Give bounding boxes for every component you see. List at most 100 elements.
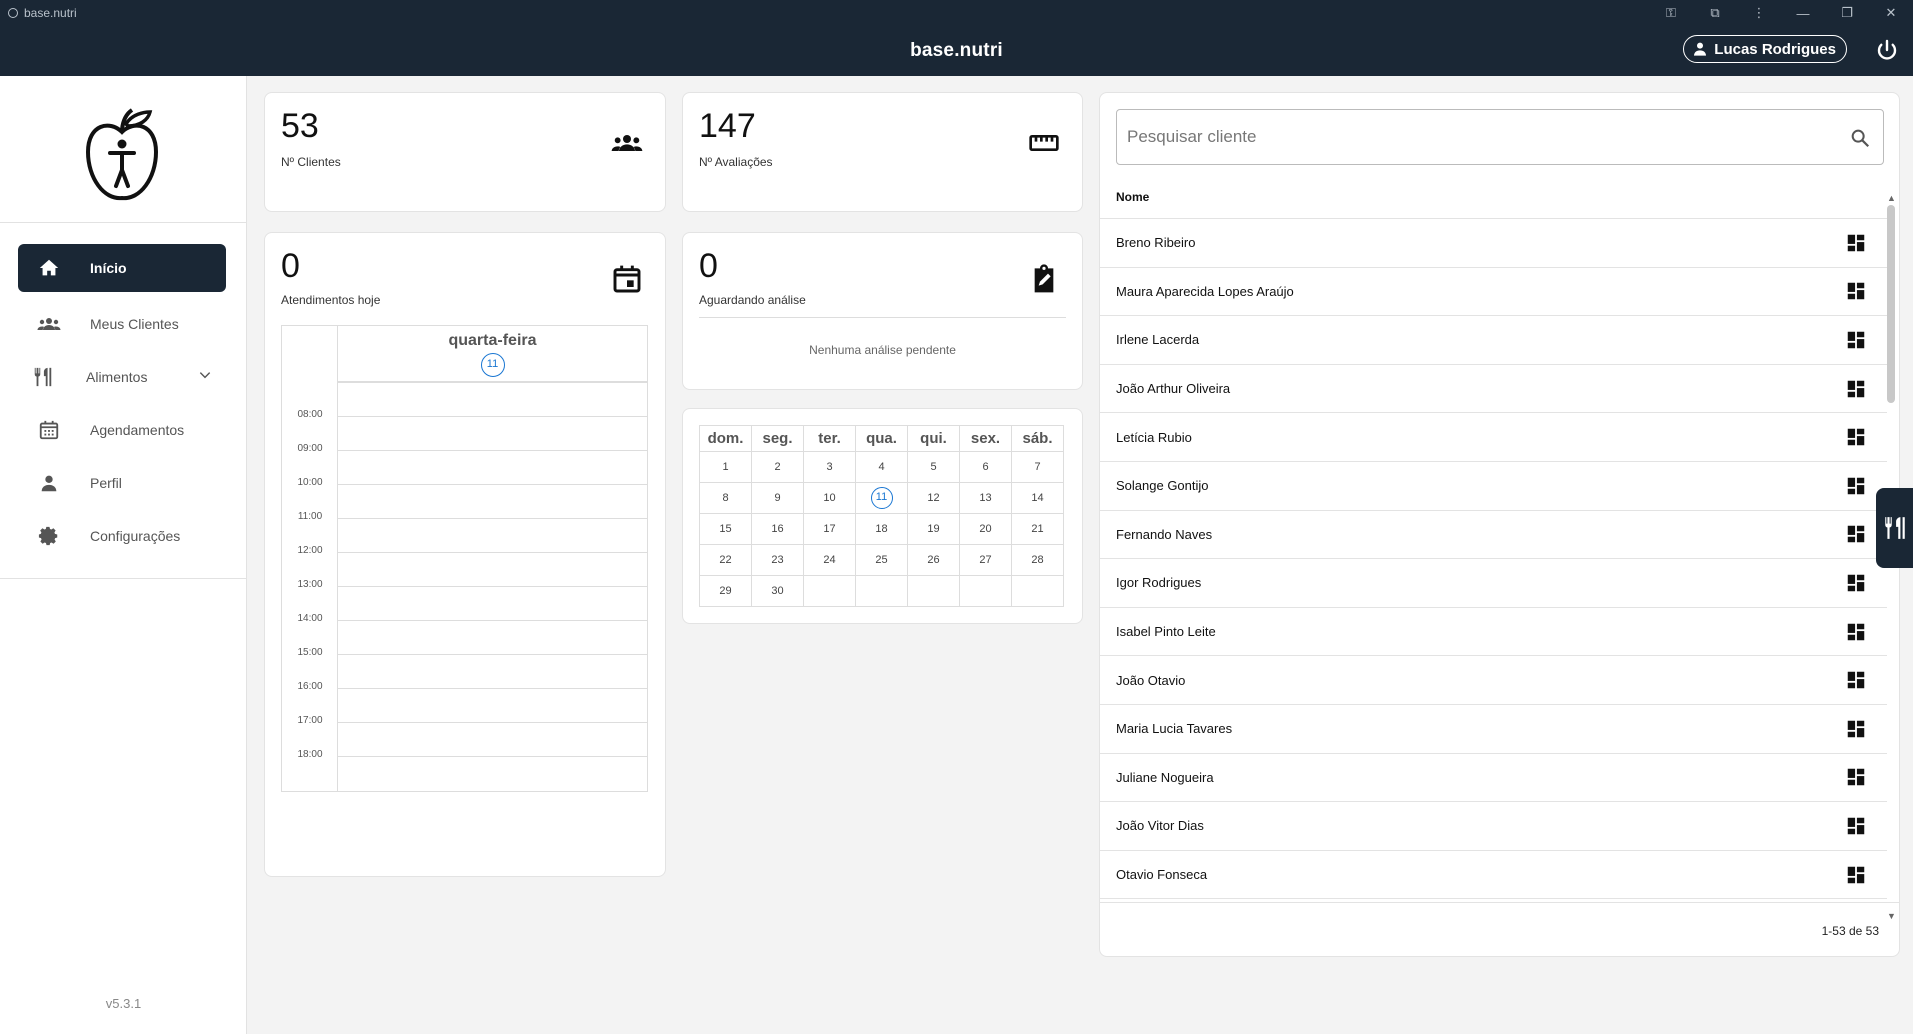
dashboard-icon[interactable] <box>1845 426 1867 448</box>
sidebar-item-agendamentos[interactable]: Agendamentos <box>18 403 226 456</box>
calendar-day[interactable]: 19 <box>907 513 960 545</box>
table-row[interactable]: Otavio Fonseca <box>1100 851 1887 900</box>
evaluations-count-label: Nº Avaliações <box>699 155 773 169</box>
calendar-day[interactable]: 15 <box>699 513 752 545</box>
dashboard-icon[interactable] <box>1845 864 1867 886</box>
table-row[interactable]: Juliane Nogueira <box>1100 754 1887 803</box>
dashboard-icon[interactable] <box>1845 378 1867 400</box>
calendar-day[interactable]: 10 <box>803 482 856 514</box>
dashboard-icon[interactable] <box>1845 669 1867 691</box>
dashboard-icon[interactable] <box>1845 621 1867 643</box>
calendar-day[interactable]: 11 <box>855 482 908 514</box>
calendar-day[interactable]: 7 <box>1011 451 1064 483</box>
calendar-day <box>959 575 1012 607</box>
dashboard-icon[interactable] <box>1845 280 1867 302</box>
calendar-day[interactable]: 9 <box>751 482 804 514</box>
dashboard-icon[interactable] <box>1845 766 1867 788</box>
calendar-day[interactable]: 13 <box>959 482 1012 514</box>
client-search-input[interactable] <box>1127 110 1827 164</box>
table-row[interactable]: João Vitor Dias <box>1100 802 1887 851</box>
pagination-info: 1-53 de 53 <box>1821 924 1879 938</box>
app-title: base.nutri <box>910 40 1003 61</box>
table-row[interactable]: Igor Rodrigues <box>1100 559 1887 608</box>
dashboard-icon[interactable] <box>1845 815 1867 837</box>
calendar-day[interactable]: 8 <box>699 482 752 514</box>
dashboard-icon[interactable] <box>1845 329 1867 351</box>
hour-slot[interactable] <box>338 722 647 723</box>
calendar-day[interactable]: 17 <box>803 513 856 545</box>
calendar-day[interactable]: 30 <box>751 575 804 607</box>
hour-slot[interactable] <box>338 416 647 417</box>
table-row[interactable]: Isabel Pinto Leite <box>1100 608 1887 657</box>
calendar-day[interactable]: 21 <box>1011 513 1064 545</box>
calendar-day[interactable]: 22 <box>699 544 752 576</box>
hour-slot[interactable] <box>338 620 647 621</box>
calendar-day[interactable]: 6 <box>959 451 1012 483</box>
sidebar-item-inicio[interactable]: Início <box>18 244 226 292</box>
dashboard-icon[interactable] <box>1845 475 1867 497</box>
calendar-day[interactable]: 16 <box>751 513 804 545</box>
hour-slot[interactable] <box>338 450 647 451</box>
table-row[interactable]: Fernando Naves <box>1100 511 1887 560</box>
table-row[interactable]: Maria Lucia Tavares <box>1100 705 1887 754</box>
calendar-day[interactable]: 25 <box>855 544 908 576</box>
hour-slot[interactable] <box>338 688 647 689</box>
app-version: v5.3.1 <box>105 996 142 1011</box>
extension-icon[interactable]: ⧉ <box>1693 0 1737 26</box>
chevron-down-icon[interactable] <box>198 368 212 382</box>
dashboard-icon[interactable] <box>1845 718 1867 740</box>
calendar-day[interactable]: 5 <box>907 451 960 483</box>
calendar-day[interactable]: 23 <box>751 544 804 576</box>
table-row[interactable]: Irlene Lacerda <box>1100 316 1887 365</box>
table-row[interactable]: Maura Aparecida Lopes Araújo <box>1100 268 1887 317</box>
sidebar-item-label: Início <box>90 260 127 276</box>
hour-slot[interactable] <box>338 518 647 519</box>
clients-count-card: 53 Nº Clientes <box>264 92 666 212</box>
sidebar-item-label: Agendamentos <box>90 421 185 438</box>
sidebar-item-meus-clientes[interactable]: Meus Clientes <box>18 297 226 350</box>
dashboard-icon[interactable] <box>1845 523 1867 545</box>
dashboard-icon[interactable] <box>1845 572 1867 594</box>
client-name: Isabel Pinto Leite <box>1116 624 1216 640</box>
hour-slot[interactable] <box>338 654 647 655</box>
dashboard-icon[interactable] <box>1845 232 1867 254</box>
calendar-day[interactable]: 1 <box>699 451 752 483</box>
restore-button[interactable]: ❐ <box>1825 0 1869 26</box>
clients-count-label: Nº Clientes <box>281 155 341 169</box>
table-row[interactable]: Letícia Rubio <box>1100 413 1887 462</box>
user-menu-button[interactable]: Lucas Rodrigues <box>1683 35 1847 63</box>
calendar-day[interactable]: 29 <box>699 575 752 607</box>
sidebar-item-perfil[interactable]: Perfil <box>18 456 226 509</box>
sidebar-item-alimentos[interactable]: Alimentos <box>18 350 226 403</box>
calendar-day[interactable]: 18 <box>855 513 908 545</box>
calendar-icon <box>39 420 59 439</box>
calendar-day[interactable]: 2 <box>751 451 804 483</box>
table-row[interactable]: João Arthur Oliveira <box>1100 365 1887 414</box>
column-header-name[interactable]: Nome <box>1116 190 1149 204</box>
calendar-day[interactable]: 26 <box>907 544 960 576</box>
calendar-day[interactable]: 28 <box>1011 544 1064 576</box>
table-row[interactable]: Breno Ribeiro <box>1100 219 1887 268</box>
key-icon[interactable]: ⚿ <box>1649 0 1693 26</box>
hour-slot[interactable] <box>338 552 647 553</box>
calendar-day[interactable]: 14 <box>1011 482 1064 514</box>
calendar-day[interactable]: 4 <box>855 451 908 483</box>
calendar-day[interactable]: 20 <box>959 513 1012 545</box>
calendar-day[interactable]: 24 <box>803 544 856 576</box>
calendar-day[interactable]: 27 <box>959 544 1012 576</box>
table-row[interactable]: Solange Gontijo <box>1100 462 1887 511</box>
table-row[interactable]: João Otavio <box>1100 656 1887 705</box>
search-icon[interactable] <box>1849 127 1871 149</box>
hour-slot[interactable] <box>338 756 647 757</box>
sidebar-item-configuracoes[interactable]: Configurações <box>18 509 226 562</box>
minimize-button[interactable]: — <box>1781 0 1825 26</box>
day-number[interactable]: 11 <box>480 353 505 377</box>
close-button[interactable]: ✕ <box>1869 0 1913 26</box>
hour-slot[interactable] <box>338 586 647 587</box>
food-fab-button[interactable] <box>1876 488 1913 568</box>
hour-slot[interactable] <box>338 484 647 485</box>
more-vert-icon[interactable]: ⋮ <box>1737 0 1781 26</box>
calendar-day[interactable]: 3 <box>803 451 856 483</box>
power-icon[interactable] <box>1875 38 1899 62</box>
calendar-day[interactable]: 12 <box>907 482 960 514</box>
